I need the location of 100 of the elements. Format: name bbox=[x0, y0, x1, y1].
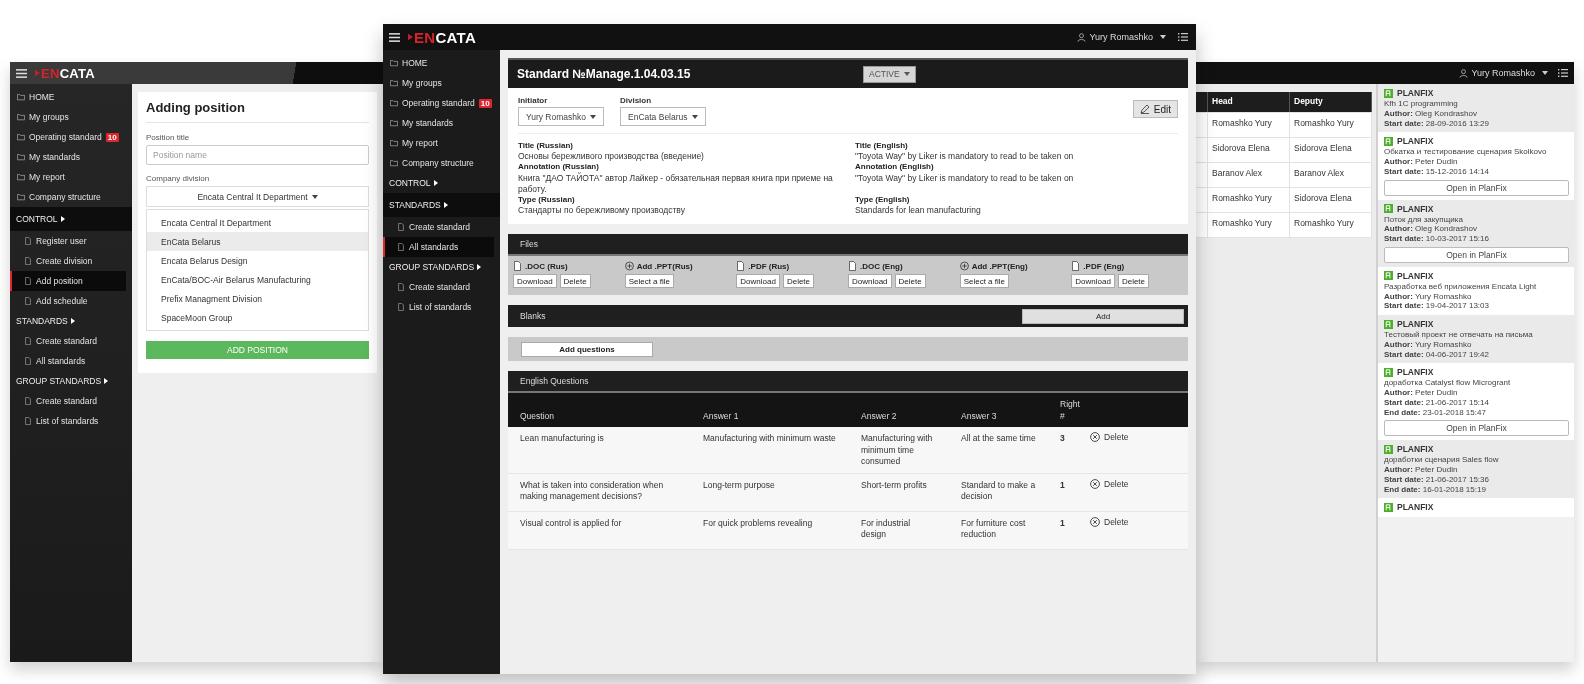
division-dropdown[interactable]: Encata Central It Department bbox=[146, 186, 369, 207]
nav-section[interactable]: GROUP STANDARDS bbox=[10, 371, 132, 391]
brand-name: PLANFIX bbox=[1397, 502, 1434, 513]
nav-item[interactable]: My standards bbox=[383, 113, 500, 133]
file-action-button[interactable]: Delete bbox=[1117, 274, 1150, 289]
field-label: Type (English) bbox=[855, 194, 911, 206]
nav-item[interactable]: My report bbox=[10, 167, 132, 187]
planfix-logo-icon bbox=[1384, 136, 1393, 146]
caret-icon bbox=[60, 216, 65, 222]
file-action-button[interactable]: Delete bbox=[559, 274, 591, 289]
nav-item[interactable]: All standards bbox=[383, 237, 494, 257]
edit-button[interactable]: Edit bbox=[1132, 100, 1178, 118]
document-icon bbox=[397, 223, 405, 231]
table-cell-text: Short-term profits bbox=[860, 478, 928, 492]
menu-icon[interactable] bbox=[16, 68, 27, 78]
table-cell-text: What is taken into consideration when making management decisions? bbox=[519, 478, 665, 503]
section-header: Files bbox=[508, 234, 1188, 257]
task-title: доработка Catalyst flow Microgrant bbox=[1384, 378, 1512, 388]
list-icon[interactable] bbox=[1178, 32, 1188, 42]
table-cell-text: Visual control is applied for bbox=[519, 516, 623, 530]
folder-icon bbox=[17, 93, 25, 101]
field-value: Standards for lean manufacturing bbox=[855, 205, 982, 217]
add-questions-button[interactable]: Add questions bbox=[521, 341, 653, 357]
brand-name: PLANFIX bbox=[1397, 319, 1434, 329]
nav-item[interactable]: Company structure bbox=[383, 153, 500, 173]
delete-button[interactable]: Delete bbox=[1090, 473, 1129, 489]
caret-icon bbox=[70, 318, 75, 324]
division-dropdown[interactable]: EnCata Belarus bbox=[620, 107, 706, 126]
dropdown-option[interactable]: EnCata/BOC-Air Belarus Manufacturing bbox=[147, 270, 368, 289]
planfix-logo-icon bbox=[1384, 271, 1393, 281]
nav-item[interactable]: Create standard bbox=[10, 331, 126, 351]
file-action-button[interactable]: Download bbox=[848, 274, 892, 289]
nav-item[interactable]: My groups bbox=[383, 73, 500, 93]
logo: ENCATA bbox=[414, 28, 477, 46]
delete-button[interactable]: Delete bbox=[1090, 427, 1129, 443]
nav-item[interactable]: List of standards bbox=[383, 297, 494, 317]
file-action-button[interactable]: Download bbox=[736, 274, 780, 289]
task-meta: Author: Yury Romashko bbox=[1384, 291, 1473, 302]
dropdown-option[interactable]: EnCata Belarus bbox=[147, 232, 368, 251]
file-action-button[interactable]: Download bbox=[513, 274, 557, 289]
planfix-logo-icon bbox=[1384, 88, 1393, 98]
planfix-logo-icon bbox=[1384, 204, 1393, 213]
nav-item[interactable]: Create standard bbox=[383, 277, 494, 297]
user-menu[interactable]: Yury Romashko bbox=[1459, 68, 1548, 78]
open-button[interactable]: Open in PlanFix bbox=[1384, 420, 1569, 437]
dropdown-option[interactable]: Encata Central It Department bbox=[147, 213, 368, 232]
nav-item[interactable]: My groups bbox=[10, 107, 132, 127]
nav-section[interactable]: CONTROL bbox=[10, 207, 132, 231]
nav-item[interactable]: Operating standard 10 bbox=[383, 93, 500, 113]
file-action-button[interactable]: Delete bbox=[894, 274, 926, 289]
menu-icon[interactable] bbox=[389, 32, 400, 42]
file-action-button[interactable]: Delete bbox=[782, 274, 815, 289]
nav-item[interactable]: All standards bbox=[10, 351, 126, 371]
nav-item[interactable]: List of standards bbox=[10, 411, 126, 431]
list-icon[interactable] bbox=[1558, 68, 1568, 78]
table-cell-text: For furniture cost reduction bbox=[960, 516, 1027, 541]
dropdown-option[interactable]: Prefix Managment Division bbox=[147, 289, 368, 308]
nav-item[interactable]: My report bbox=[383, 133, 500, 153]
file-action-button[interactable]: Select a file bbox=[624, 274, 674, 289]
file-action-button[interactable]: Download bbox=[1071, 274, 1115, 289]
open-button[interactable]: Open in PlanFix bbox=[1384, 179, 1569, 196]
nav-item[interactable]: Add schedule bbox=[10, 291, 126, 311]
nav-item[interactable]: Create division bbox=[10, 251, 126, 271]
nav-item[interactable]: Create standard bbox=[10, 391, 126, 411]
task-meta: Start date: 19-04-2017 13:03 bbox=[1384, 301, 1490, 311]
table-cell-text: All at the same time bbox=[960, 432, 1037, 445]
brand-name: PLANFIX bbox=[1397, 444, 1434, 455]
nav-section[interactable]: GROUP STANDARDS bbox=[383, 257, 500, 277]
table-cell-text: For quick problems revealing bbox=[702, 516, 814, 530]
file-action-button[interactable]: Select a file bbox=[959, 274, 1009, 289]
table-cell: Sidorova Elena bbox=[1208, 138, 1290, 162]
nav-item[interactable]: Register user bbox=[10, 231, 126, 251]
file-name: Add .PPT(Eng) bbox=[971, 261, 1028, 271]
add-button[interactable]: Add bbox=[1022, 308, 1184, 324]
initiator-dropdown[interactable]: Yury Romashko bbox=[518, 107, 604, 126]
caret-icon bbox=[433, 180, 438, 186]
nav-item[interactable]: HOME bbox=[10, 87, 132, 107]
folder-icon bbox=[390, 79, 398, 87]
dropdown-option[interactable]: Encata Belarus Design bbox=[147, 251, 368, 270]
folder-icon bbox=[17, 153, 25, 161]
nav-section[interactable]: CONTROL bbox=[383, 173, 500, 193]
open-button[interactable]: Open in PlanFix bbox=[1384, 246, 1569, 263]
nav-item[interactable]: Add position bbox=[10, 271, 126, 291]
field-label: Type (Russian) bbox=[518, 194, 576, 206]
delete-button[interactable]: Delete bbox=[1090, 511, 1129, 527]
status-dropdown[interactable]: ACTIVE bbox=[863, 65, 916, 83]
nav-item[interactable]: HOME bbox=[383, 53, 500, 73]
input-field[interactable]: Position name bbox=[146, 145, 369, 165]
nav-section[interactable]: STANDARDS bbox=[383, 193, 500, 217]
user-menu[interactable]: Yury Romashko bbox=[1077, 32, 1166, 42]
nav-item[interactable]: My standards bbox=[10, 147, 132, 167]
table-cell-text: Manufacturing with minimum waste bbox=[702, 432, 837, 445]
nav-item[interactable]: Company structure bbox=[10, 187, 132, 207]
dropdown-option[interactable]: SpaceMoon Group bbox=[147, 308, 368, 327]
nav-item[interactable]: Create standard bbox=[383, 217, 494, 237]
nav-item[interactable]: Operating standard 10 bbox=[10, 127, 132, 147]
file-name: .DOC (Rus) bbox=[525, 261, 568, 271]
task-meta: Start date: 21-06-2017 15:14 bbox=[1384, 397, 1490, 408]
nav-section[interactable]: STANDARDS bbox=[10, 311, 132, 331]
table-cell: Sidorova Elena bbox=[1290, 138, 1372, 162]
